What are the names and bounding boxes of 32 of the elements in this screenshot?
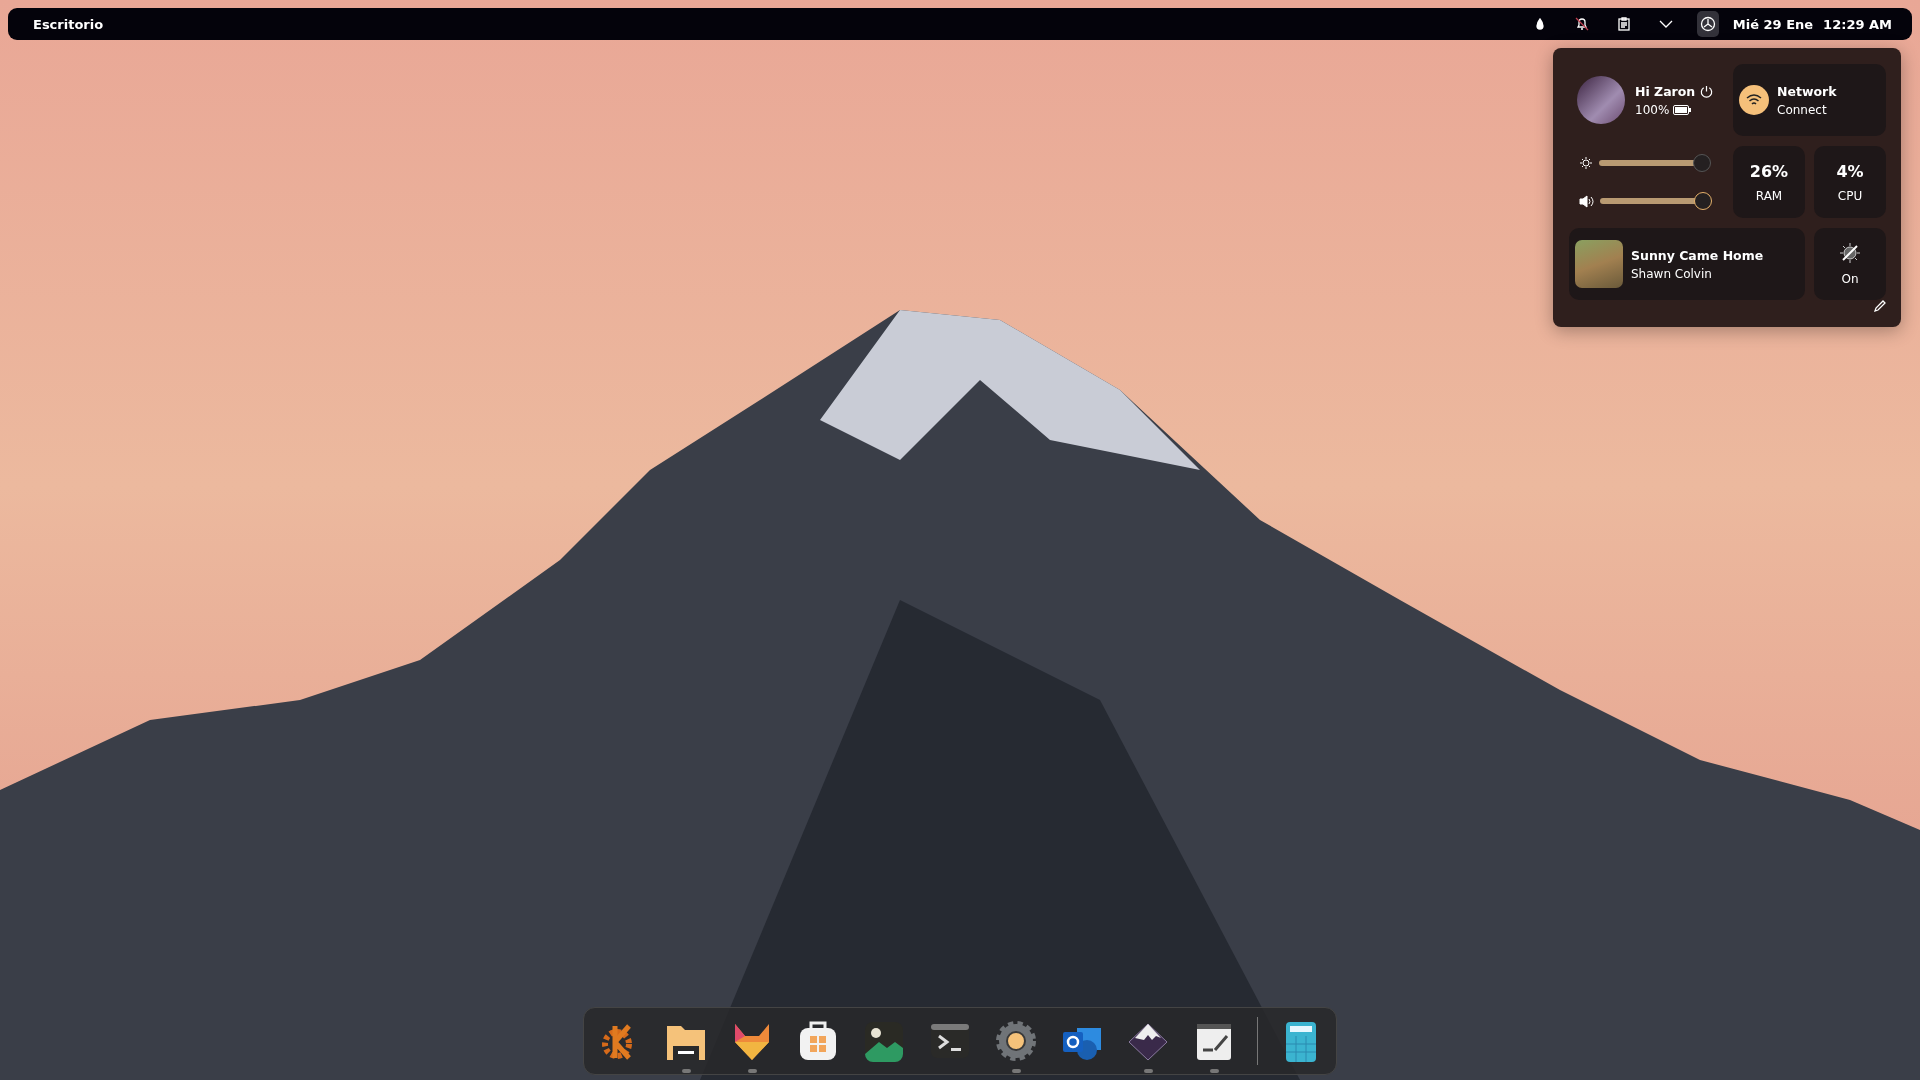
song-artist: Shawn Colvin	[1631, 266, 1713, 281]
night-light-tile[interactable]: On	[1814, 228, 1886, 300]
clock-text: 12:29 AM	[1823, 16, 1892, 32]
volume-icon	[1579, 194, 1594, 208]
greeting-text: Hi Zaron	[1635, 83, 1696, 99]
network-status: Connect	[1777, 102, 1828, 117]
slider-thumb[interactable]	[1693, 154, 1711, 172]
album-art-placeholder	[1575, 240, 1623, 288]
network-title: Network	[1777, 83, 1837, 99]
brightness-icon	[1579, 156, 1593, 170]
date-text: Mié 29 Ene	[1732, 16, 1814, 32]
edit-button[interactable]	[1873, 299, 1887, 313]
sun-off-icon	[1839, 242, 1861, 264]
stat-value: 4%	[1836, 161, 1864, 181]
song-title: Sunny Came Home	[1631, 247, 1764, 263]
media-tile[interactable]: Sunny Came Home Shawn Colvin	[1569, 228, 1805, 300]
slider-thumb[interactable]	[1694, 192, 1712, 210]
power-icon[interactable]	[1699, 83, 1715, 99]
settings-icon	[1699, 16, 1716, 32]
stat-label: CPU	[1837, 188, 1863, 203]
battery-icon	[1673, 104, 1692, 115]
battery-text: 100%	[1635, 102, 1670, 117]
network-tile[interactable]: Network Connect	[1733, 64, 1886, 136]
stat-value: 26%	[1749, 161, 1789, 181]
night-light-label: On	[1841, 272, 1859, 286]
stat-label: RAM	[1755, 188, 1783, 203]
wifi-icon	[1739, 85, 1769, 115]
clipboard-icon	[1615, 16, 1632, 32]
bell-off-icon	[1573, 16, 1590, 32]
tray-button[interactable]	[1696, 11, 1719, 37]
avatar-photo-placeholder	[1577, 76, 1625, 124]
desktop-title: Escritorio	[33, 16, 104, 32]
